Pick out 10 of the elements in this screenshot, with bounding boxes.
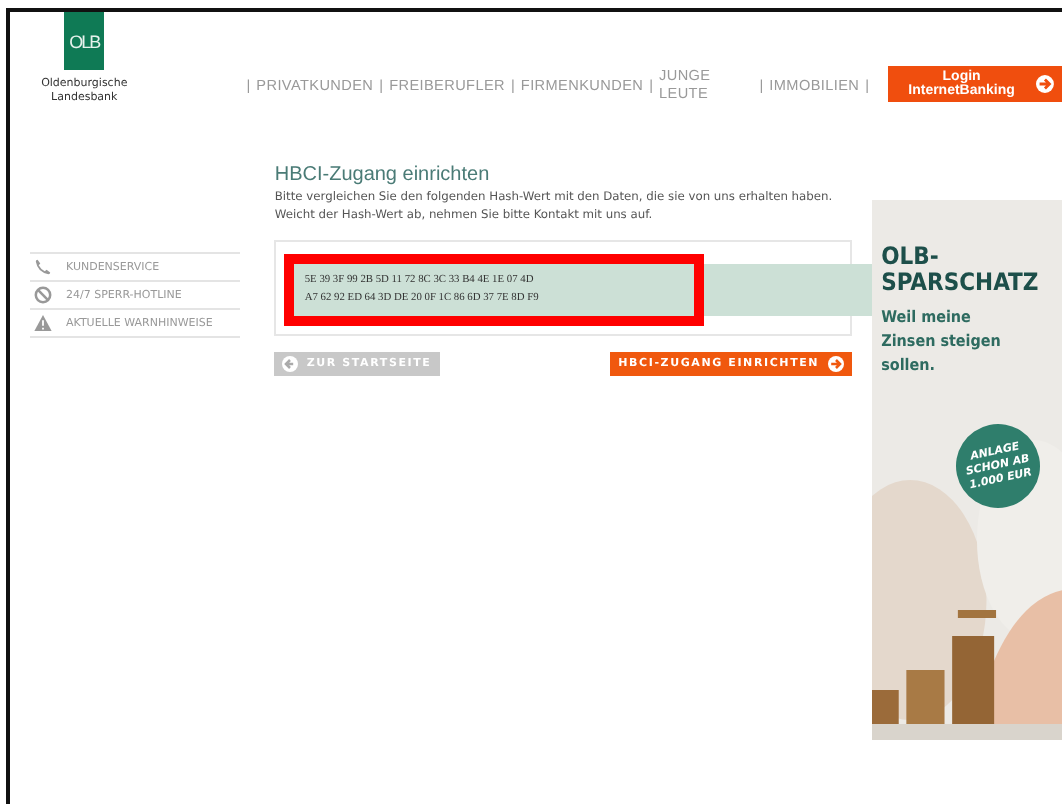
logo-mark[interactable]: OLB xyxy=(64,12,105,70)
ad-tagline: Weil meine Zinsen steigen sollen. xyxy=(881,306,1001,378)
blocked-icon xyxy=(34,286,52,304)
arrow-icon xyxy=(827,356,844,372)
warning-icon xyxy=(34,314,52,332)
phone-icon xyxy=(34,258,52,276)
arrow-icon xyxy=(1036,74,1054,94)
back-icon xyxy=(282,356,299,372)
ad-headline: OLB- SPARSCHATZ xyxy=(881,244,1039,296)
page-title: HBCI-Zugang einrichten xyxy=(274,164,492,186)
